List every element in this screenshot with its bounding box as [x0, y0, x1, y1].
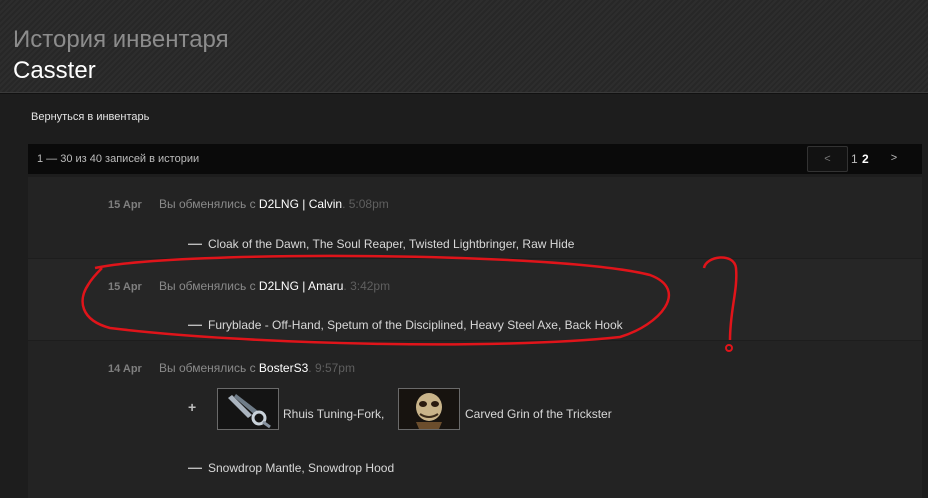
records-summary: 1 — 30 из 40 записей в истории [37, 153, 200, 165]
history-entry: 15 Apr Вы обменялись с D2LNG | Amaru. 3:… [28, 259, 922, 340]
page-link-1[interactable]: 1 [851, 152, 858, 166]
page-header: История инвентаря Casster [0, 0, 928, 93]
skull-mask-icon[interactable] [398, 388, 460, 430]
prev-page-button[interactable]: < [807, 146, 848, 172]
pagination-bar: 1 — 30 из 40 записей в истории < 1 2 > [28, 144, 922, 174]
entry-time: . 3:42pm [343, 279, 391, 293]
entry-date: 15 Apr [108, 281, 142, 293]
history-entry: 15 Apr Вы обменялись с D2LNG | Calvin. 5… [28, 177, 922, 258]
items-lost-list: Furyblade - Off-Hand, Spetum of the Disc… [208, 318, 623, 332]
next-page-button[interactable]: > [879, 146, 909, 170]
entry-description: Вы обменялись с D2LNG | Amaru. 3:42pm [159, 279, 390, 293]
entry-time: . 5:08pm [342, 197, 389, 211]
items-lost-list: Snowdrop Mantle, Snowdrop Hood [208, 461, 395, 475]
trade-prefix: Вы обменялись с [159, 197, 259, 211]
entry-description: Вы обменялись с BosterS3. 9:57pm [159, 361, 355, 375]
items-gained-sign: + [188, 399, 197, 415]
tuning-fork-weapon-icon[interactable] [217, 388, 279, 430]
trade-partner-link[interactable]: BosterS3 [259, 361, 308, 375]
history-entry: 14 Apr Вы обменялись с BosterS3. 9:57pm … [28, 341, 922, 498]
gained-item-name[interactable]: Rhuis Tuning-Fork, [283, 407, 384, 421]
trade-prefix: Вы обменялись с [159, 361, 259, 375]
entry-date: 14 Apr [108, 363, 142, 375]
items-lost-sign: — [188, 459, 202, 475]
page-title: История инвентаря [13, 26, 229, 53]
trade-partner-link[interactable]: D2LNG | Calvin [259, 197, 342, 211]
items-lost-list: Cloak of the Dawn, The Soul Reaper, Twis… [208, 237, 575, 251]
entry-date: 15 Apr [108, 199, 142, 211]
page-link-2-current: 2 [862, 152, 869, 166]
trade-partner-link[interactable]: D2LNG | Amaru [259, 279, 343, 293]
entry-time: . 9:57pm [308, 361, 355, 375]
inventory-history-panel: Вернуться в инвентарь 1 — 30 из 40 запис… [0, 93, 928, 498]
trade-prefix: Вы обменялись с [159, 279, 259, 293]
items-lost-sign: — [188, 235, 202, 251]
back-to-inventory-link[interactable]: Вернуться в инвентарь [31, 111, 149, 123]
username-title: Casster [13, 57, 96, 84]
entry-description: Вы обменялись с D2LNG | Calvin. 5:08pm [159, 197, 389, 211]
gained-item-name[interactable]: Carved Grin of the Trickster [465, 407, 612, 421]
items-lost-sign: — [188, 316, 202, 332]
